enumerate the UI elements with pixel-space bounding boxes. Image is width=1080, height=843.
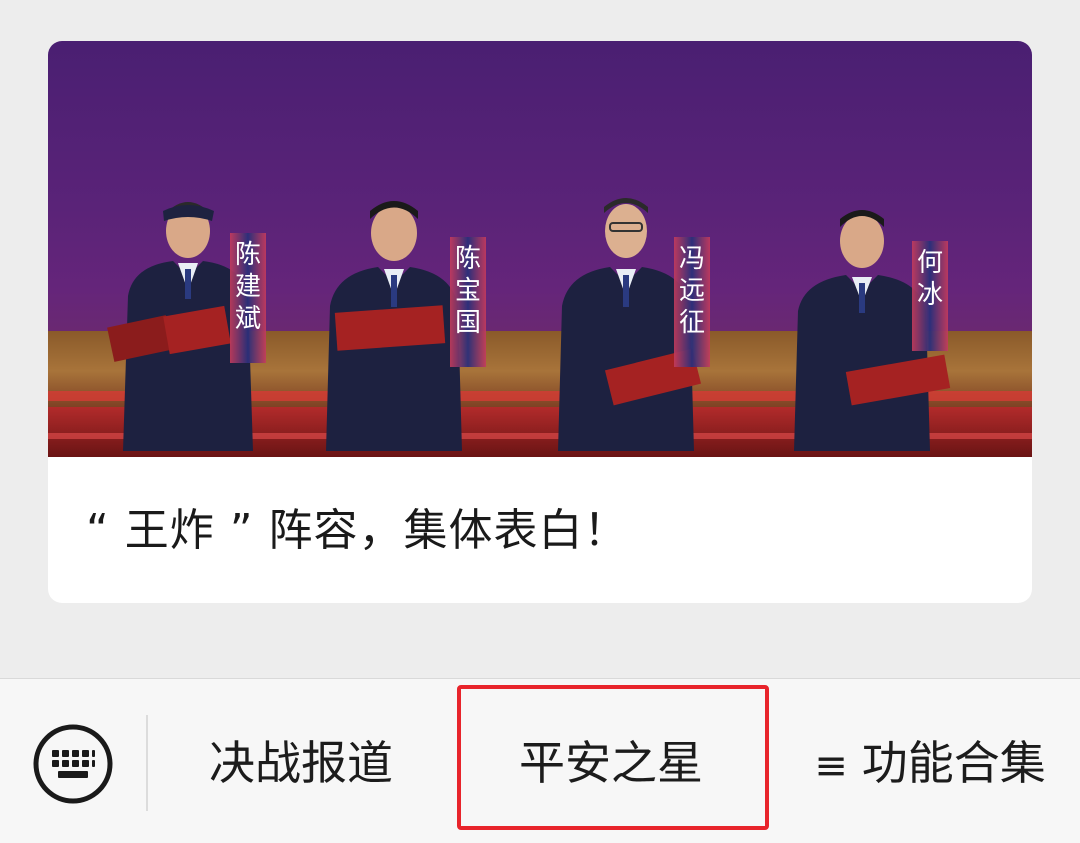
name-tag-text: 冯远征	[679, 244, 705, 338]
menu-item-gongneng-heji[interactable]: ≡ 功能合集	[800, 731, 1060, 795]
name-tag-text: 陈宝国	[455, 244, 481, 338]
article-card[interactable]: 陈建斌 陈宝国 冯远征 何冰 “ 王炸 ” 阵容，集体表白！	[48, 41, 1032, 603]
article-cover-image: 陈建斌 陈宝国 冯远征 何冰	[48, 41, 1032, 457]
menu-divider	[146, 715, 148, 811]
keyboard-icon	[33, 724, 113, 804]
name-tag: 陈建斌	[230, 233, 266, 363]
article-title: “ 王炸 ” 阵容，集体表白！	[86, 505, 629, 556]
person-figure	[326, 201, 462, 451]
hamburger-icon: ≡	[814, 743, 848, 789]
name-tag-text: 陈建斌	[235, 240, 261, 334]
menu-item-label: 决战报道	[209, 736, 393, 790]
menu-item-juezhan-baodao[interactable]: 决战报道	[176, 731, 426, 795]
menu-item-label: 平安之星	[519, 736, 703, 790]
keyboard-toggle-button[interactable]	[32, 723, 114, 805]
name-tag: 冯远征	[674, 237, 710, 367]
menu-item-pingan-zhixing[interactable]: 平安之星	[486, 731, 736, 795]
bottom-menu-bar: 决战报道 平安之星 ≡ 功能合集	[0, 678, 1080, 843]
name-tag: 何冰	[912, 241, 948, 351]
name-tag: 陈宝国	[450, 237, 486, 367]
menu-item-label: 功能合集	[861, 736, 1046, 790]
wechat-official-account-page: 陈建斌 陈宝国 冯远征 何冰 “ 王炸 ” 阵容，集体表白！ 决战报道 平安之星…	[0, 0, 1080, 843]
